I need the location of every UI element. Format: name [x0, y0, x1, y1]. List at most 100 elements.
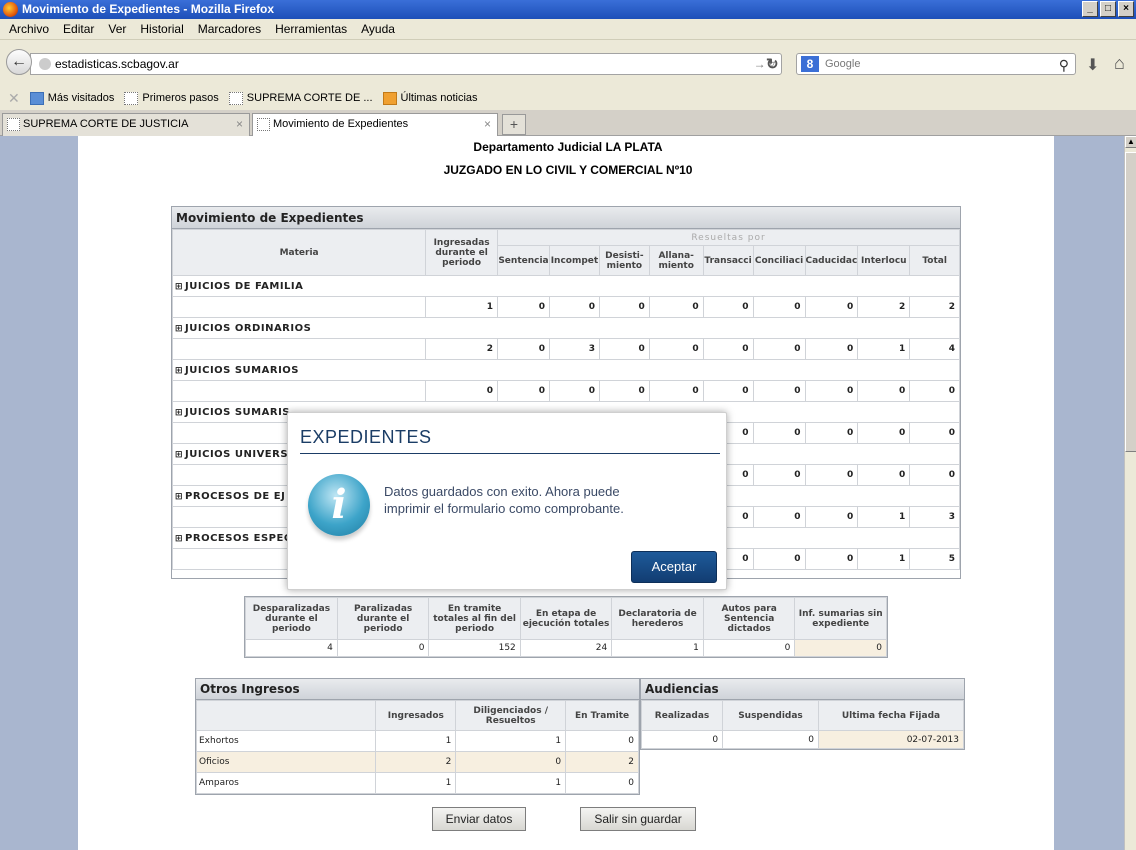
tab-movimiento-expedientes[interactable]: Movimiento de Expedientes × — [252, 113, 498, 136]
otros-ingresos-table: Ingresados Diligenciados / Resueltos En Tr… — [195, 700, 639, 794]
value-cell: 0 — [804, 548, 859, 570]
expand-icon[interactable]: ⊞ — [175, 282, 183, 292]
info-icon: i — [308, 474, 370, 536]
home-icon[interactable]: ⌂ — [1114, 53, 1125, 74]
table-row: Amparos 1 1 0 — [195, 772, 639, 794]
download-icon[interactable]: ⬇ — [1086, 55, 1099, 75]
audiencias-value[interactable]: 0 — [640, 730, 724, 749]
value-cell: 0 — [648, 338, 704, 360]
close-button[interactable]: × — [1118, 1, 1134, 17]
menu-marcadores[interactable]: Marcadores — [191, 22, 268, 36]
group-label: PROCESOS DE EJ — [185, 490, 286, 502]
materia-cell — [171, 296, 427, 318]
url-bar[interactable]: estadisticas.scbagov.ar → ▿ — [30, 53, 782, 75]
close-tab-icon[interactable]: × — [236, 114, 243, 135]
value-cell: 0 — [702, 380, 754, 402]
group-label: JUICIOS SUMARIS — [185, 406, 290, 418]
value-cell: 1 — [857, 548, 911, 570]
audiencias-value[interactable]: 0 — [722, 730, 819, 749]
bookmark-ultimas-noticias[interactable]: Últimas noticias — [382, 91, 478, 105]
expand-icon[interactable]: ⊞ — [175, 534, 183, 544]
value-cell: 0 — [857, 380, 911, 402]
col-resuelta-0: Sentencia — [497, 245, 550, 276]
search-icon[interactable]: ⚲ — [1059, 55, 1069, 75]
value-cell: 0 — [497, 338, 550, 360]
menu-ayuda[interactable]: Ayuda — [354, 22, 402, 36]
value-cell: 3 — [909, 506, 960, 528]
vertical-scrollbar[interactable]: ▲ — [1124, 136, 1136, 850]
value-cell: 0 — [804, 506, 859, 528]
scroll-thumb[interactable] — [1125, 152, 1136, 452]
new-tab-button[interactable]: + — [502, 114, 526, 135]
bookmark-mas-visitados[interactable]: Más visitados — [29, 91, 114, 105]
stats-panel: Desparalizadas durante el periodo Paraliz… — [244, 596, 888, 658]
bookmark-label: Últimas noticias — [400, 92, 478, 104]
search-input[interactable]: 8 Google ⚲ — [796, 53, 1076, 75]
google-icon[interactable]: 8 — [801, 56, 819, 72]
stat-header: En etapa de ejecución totales — [519, 597, 613, 640]
value-cell: 4 — [909, 338, 960, 360]
stats-table: Desparalizadas durante el periodo Paraliz… — [245, 597, 887, 657]
menu-editar[interactable]: Editar — [56, 22, 101, 36]
value-cell: 0 — [752, 422, 806, 444]
value-cell: 2 — [909, 296, 960, 318]
enviar-datos-button[interactable]: Enviar datos — [432, 807, 526, 831]
menu-ver[interactable]: Ver — [101, 22, 133, 36]
otros-value[interactable]: 0 — [565, 730, 639, 752]
tab-suprema-corte[interactable]: SUPREMA CORTE DE JUSTICIA × — [2, 113, 250, 136]
reload-icon[interactable]: ↻ — [766, 55, 779, 73]
menu-herramientas[interactable]: Herramientas — [268, 22, 354, 36]
maximize-button[interactable]: □ — [1100, 1, 1116, 17]
search-placeholder: Google — [825, 58, 861, 70]
stat-header: Desparalizadas durante el periodo — [245, 597, 338, 640]
page-icon — [257, 118, 270, 131]
value-cell: 0 — [548, 296, 600, 318]
menu-historial[interactable]: Historial — [133, 22, 190, 36]
expand-icon[interactable]: ⊞ — [175, 324, 183, 334]
site-identity-icon[interactable] — [39, 58, 51, 70]
otros-value[interactable]: 0 — [455, 751, 567, 773]
stat-value: 4 — [245, 639, 338, 657]
otros-value[interactable]: 1 — [455, 772, 567, 794]
back-button[interactable]: ← — [6, 49, 32, 75]
group-row[interactable]: ⊞ JUICIOS DE FAMILIA — [172, 275, 960, 297]
salir-sin-guardar-button[interactable]: Salir sin guardar — [580, 807, 696, 831]
value-cell: 0 — [752, 548, 806, 570]
bookmark-suprema-corte[interactable]: SUPREMA CORTE DE ... — [228, 91, 373, 105]
aceptar-button[interactable]: Aceptar — [631, 551, 717, 583]
otros-value[interactable]: 2 — [565, 751, 639, 773]
audiencias-value[interactable]: 02-07-2013 — [817, 730, 965, 749]
group-label: JUICIOS ORDINARIOS — [185, 322, 312, 334]
close-bookmarks-icon[interactable]: ✕ — [8, 90, 20, 107]
page-icon — [228, 91, 243, 105]
otros-value[interactable]: 1 — [455, 730, 567, 752]
group-row[interactable]: ⊞ JUICIOS SUMARIOS — [172, 359, 960, 381]
otros-value[interactable]: 1 — [375, 730, 457, 752]
firefox-icon — [3, 2, 18, 17]
col-resuelta-6: Caducidac — [804, 245, 859, 276]
otros-value[interactable]: 1 — [375, 772, 457, 794]
value-cell: 0 — [909, 464, 960, 486]
group-row[interactable]: ⊞ JUICIOS ORDINARIOS — [172, 317, 960, 339]
audiencias-header: Realizadas — [640, 700, 724, 731]
value-cell: 0 — [752, 296, 806, 318]
stat-value: 0 — [702, 639, 796, 657]
page-icon — [124, 91, 139, 105]
department-title: Departamento Judicial LA PLATA — [473, 140, 663, 154]
close-tab-icon[interactable]: × — [484, 114, 491, 135]
expand-icon[interactable]: ⊞ — [175, 492, 183, 502]
otros-value[interactable]: 0 — [565, 772, 639, 794]
expand-icon[interactable]: ⊞ — [175, 366, 183, 376]
value-cell: 0 — [804, 380, 859, 402]
expand-icon[interactable]: ⊞ — [175, 450, 183, 460]
col-resuelta-3: Allana-miento — [648, 245, 704, 276]
movimiento-title: Movimiento de Expedientes — [172, 207, 960, 229]
minimize-button[interactable]: _ — [1082, 1, 1098, 17]
table-row: 0000000000 — [171, 380, 960, 402]
bookmark-primeros-pasos[interactable]: Primeros pasos — [124, 91, 219, 105]
expand-icon[interactable]: ⊞ — [175, 408, 183, 418]
menu-archivo[interactable]: Archivo — [2, 22, 56, 36]
otros-value[interactable]: 2 — [375, 751, 457, 773]
tab-label: Movimiento de Expedientes — [273, 118, 409, 130]
stat-value[interactable]: 0 — [794, 639, 887, 657]
